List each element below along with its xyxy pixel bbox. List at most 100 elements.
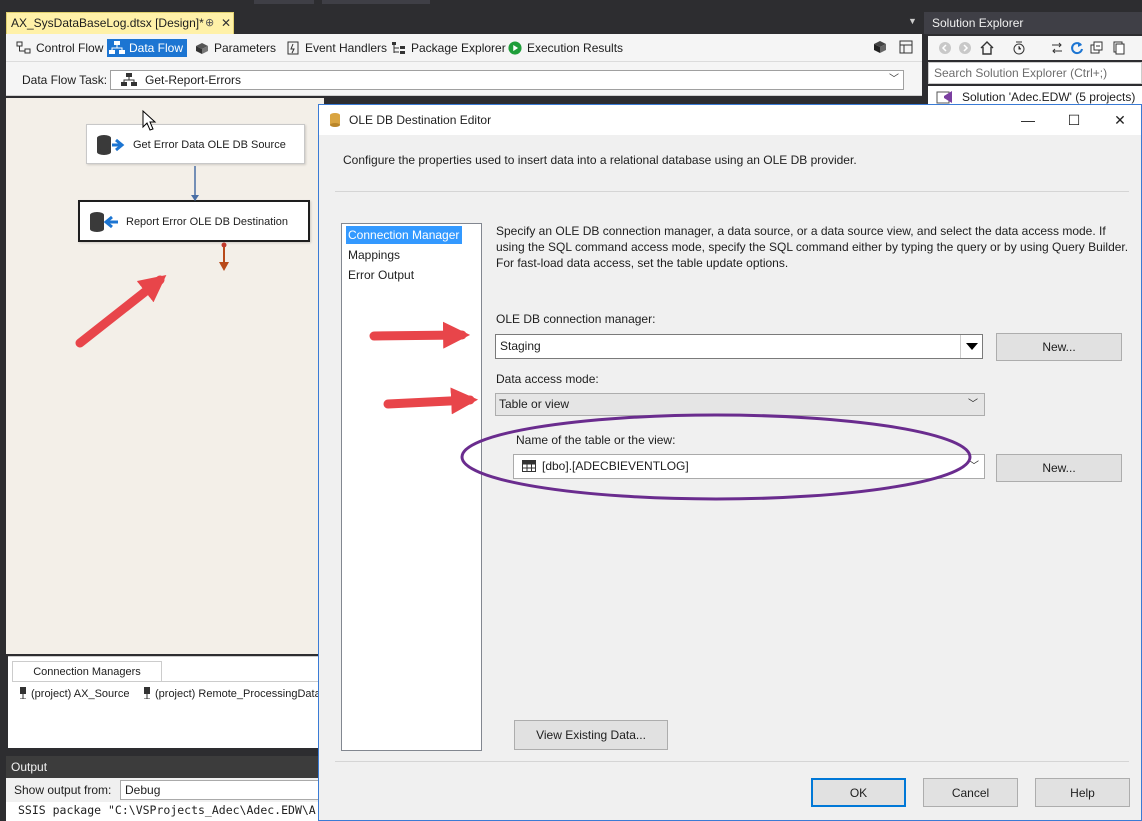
component-label: Get Error Data OLE DB Source (133, 139, 286, 151)
tab-label: Parameters (214, 41, 277, 55)
tab-label: Package Explorer (411, 41, 506, 55)
connection-manager-select[interactable]: Staging (495, 334, 983, 359)
document-tab-strip: AX_SysDataBaseLog.dtsx [Design]* ⊕ ✕ ▼ (0, 0, 922, 34)
dialog-icon (330, 113, 340, 127)
new-connection-button[interactable]: New... (996, 333, 1122, 361)
package-explorer-icon (392, 42, 405, 54)
divider (12, 681, 320, 682)
connection-icon (144, 687, 150, 699)
ole-db-destination-icon (90, 212, 118, 232)
solution-icon (936, 91, 952, 104)
ole-db-destination-component[interactable]: Report Error OLE DB Destination (78, 200, 310, 242)
forward-icon[interactable] (958, 41, 972, 55)
hidden-tab[interactable] (254, 0, 314, 4)
tab-label: Data Flow (129, 41, 184, 55)
nav-item-mappings[interactable]: Mappings (346, 246, 462, 264)
connection-manager-value: Staging (500, 339, 541, 353)
connection-manager-label: (project) Remote_ProcessingDatab (155, 688, 327, 700)
data-flow-canvas[interactable]: Get Error Data OLE DB Source Report Erro… (6, 98, 324, 654)
dialog-titlebar[interactable]: OLE DB Destination Editor — ☐ ✕ (319, 105, 1141, 135)
data-flow-icon (109, 41, 125, 54)
table-name-value: [dbo].[ADECBIEVENTLOG] (542, 459, 689, 473)
ok-button[interactable]: OK (811, 778, 906, 807)
solution-explorer-search-input[interactable]: Search Solution Explorer (Ctrl+;) (928, 62, 1142, 84)
data-access-mode-label: Data access mode: (496, 372, 599, 386)
table-icon (522, 460, 536, 472)
solution-explorer-panel: Solution Explorer Search Solution Explor… (924, 12, 1142, 108)
connection-managers-tab[interactable]: Connection Managers (12, 661, 162, 681)
new-table-button[interactable]: New... (996, 454, 1122, 482)
solution-label: Solution 'Adec.EDW' (5 projects) (962, 90, 1136, 104)
tab-parameters[interactable]: Parameters (192, 39, 280, 57)
table-name-select[interactable]: [dbo].[ADECBIEVENTLOG] ﹀ (513, 454, 985, 479)
close-icon[interactable]: ✕ (1105, 109, 1135, 131)
data-flow-task-label: Data Flow Task: (22, 73, 108, 87)
nav-item-connection-manager[interactable]: Connection Manager (346, 226, 462, 244)
view-existing-data-button[interactable]: View Existing Data... (514, 720, 668, 750)
cancel-button[interactable]: Cancel (923, 778, 1018, 807)
pending-changes-icon[interactable] (1012, 41, 1026, 55)
document-tab-title: AX_SysDataBaseLog.dtsx [Design]* (11, 16, 204, 30)
document-tab[interactable]: AX_SysDataBaseLog.dtsx [Design]* ⊕ ✕ (6, 12, 234, 34)
connection-managers-panel: Connection Managers (project) AX_Source … (8, 656, 327, 748)
data-flow-task-icon (121, 73, 137, 86)
help-button[interactable]: Help (1035, 778, 1130, 807)
tab-label: Event Handlers (305, 41, 388, 55)
chevron-down-icon[interactable]: ﹀ (969, 455, 979, 478)
data-access-mode-select[interactable]: Table or view ﹀ (495, 393, 985, 416)
maximize-icon[interactable]: ☐ (1059, 109, 1089, 131)
divider (335, 761, 1129, 762)
hidden-tab[interactable] (322, 0, 430, 4)
sync-icon[interactable] (1050, 41, 1064, 55)
data-flow-task-value: Get-Report-Errors (145, 73, 242, 87)
dropdown-arrow-icon[interactable] (960, 335, 982, 358)
connection-manager-item[interactable]: (project) AX_Source (18, 687, 129, 700)
page-description: Specify an OLE DB connection manager, a … (496, 224, 1129, 270)
data-flow-task-select[interactable]: Get-Report-Errors ﹀ (110, 70, 904, 90)
chevron-down-icon[interactable]: ﹀ (889, 71, 899, 89)
back-icon[interactable] (938, 41, 952, 55)
show-all-files-icon[interactable] (1112, 41, 1126, 55)
zoom-icon[interactable] (873, 40, 887, 54)
nav-item-error-output[interactable]: Error Output (346, 266, 462, 284)
collapse-all-icon[interactable] (1090, 41, 1104, 55)
dialog-title: OLE DB Destination Editor (349, 113, 492, 127)
solution-explorer-toolbar (928, 36, 1142, 60)
tab-overflow-icon[interactable]: ▼ (908, 16, 917, 26)
tab-package-explorer[interactable]: Package Explorer (389, 39, 510, 57)
divider (335, 191, 1129, 192)
chevron-down-icon[interactable]: ﹀ (968, 394, 978, 415)
output-panel-title: Output (6, 756, 324, 778)
connection-manager-label: OLE DB connection manager: (496, 312, 656, 326)
parameters-icon (196, 43, 208, 54)
show-output-from-label: Show output from: (14, 783, 112, 797)
ole-db-source-icon (97, 135, 125, 155)
ole-db-destination-editor-dialog: OLE DB Destination Editor — ☐ ✕ Configur… (318, 104, 1142, 821)
output-text[interactable]: SSIS package "C:\VSProjects_Adec\Adec.ED… (6, 802, 324, 821)
home-icon[interactable] (980, 41, 994, 55)
tab-data-flow[interactable]: Data Flow (107, 39, 188, 57)
ole-db-source-component[interactable]: Get Error Data OLE DB Source (86, 124, 305, 164)
tab-execution-results[interactable]: Execution Results (505, 39, 627, 57)
show-output-from-select[interactable]: Debug (120, 780, 330, 800)
table-name-label: Name of the table or the view: (516, 433, 676, 447)
dialog-description: Configure the properties used to insert … (343, 153, 857, 167)
tab-control-flow[interactable]: Control Flow (14, 39, 107, 57)
connection-manager-item[interactable]: (project) Remote_ProcessingDatab (142, 687, 327, 700)
close-icon[interactable]: ✕ (221, 13, 231, 33)
pin-icon[interactable]: ⊕ (205, 13, 214, 33)
tab-label: Execution Results (527, 41, 624, 55)
variables-icon[interactable] (899, 40, 913, 54)
component-label: Report Error OLE DB Destination (126, 216, 289, 228)
designer-toolbar: Control Flow Data Flow Parameters Event … (6, 34, 922, 62)
event-handlers-icon (287, 41, 299, 55)
connection-manager-label: (project) AX_Source (31, 688, 130, 700)
minimize-icon[interactable]: — (1013, 109, 1043, 131)
triangle-down-icon (965, 343, 978, 350)
tab-event-handlers[interactable]: Event Handlers (283, 39, 391, 57)
data-access-mode-value: Table or view (499, 397, 570, 411)
solution-explorer-title: Solution Explorer (924, 12, 1142, 34)
refresh-icon[interactable] (1070, 41, 1084, 55)
data-flow-task-bar: Data Flow Task: Get-Report-Errors ﹀ (6, 62, 922, 96)
tab-label: Control Flow (36, 41, 104, 55)
